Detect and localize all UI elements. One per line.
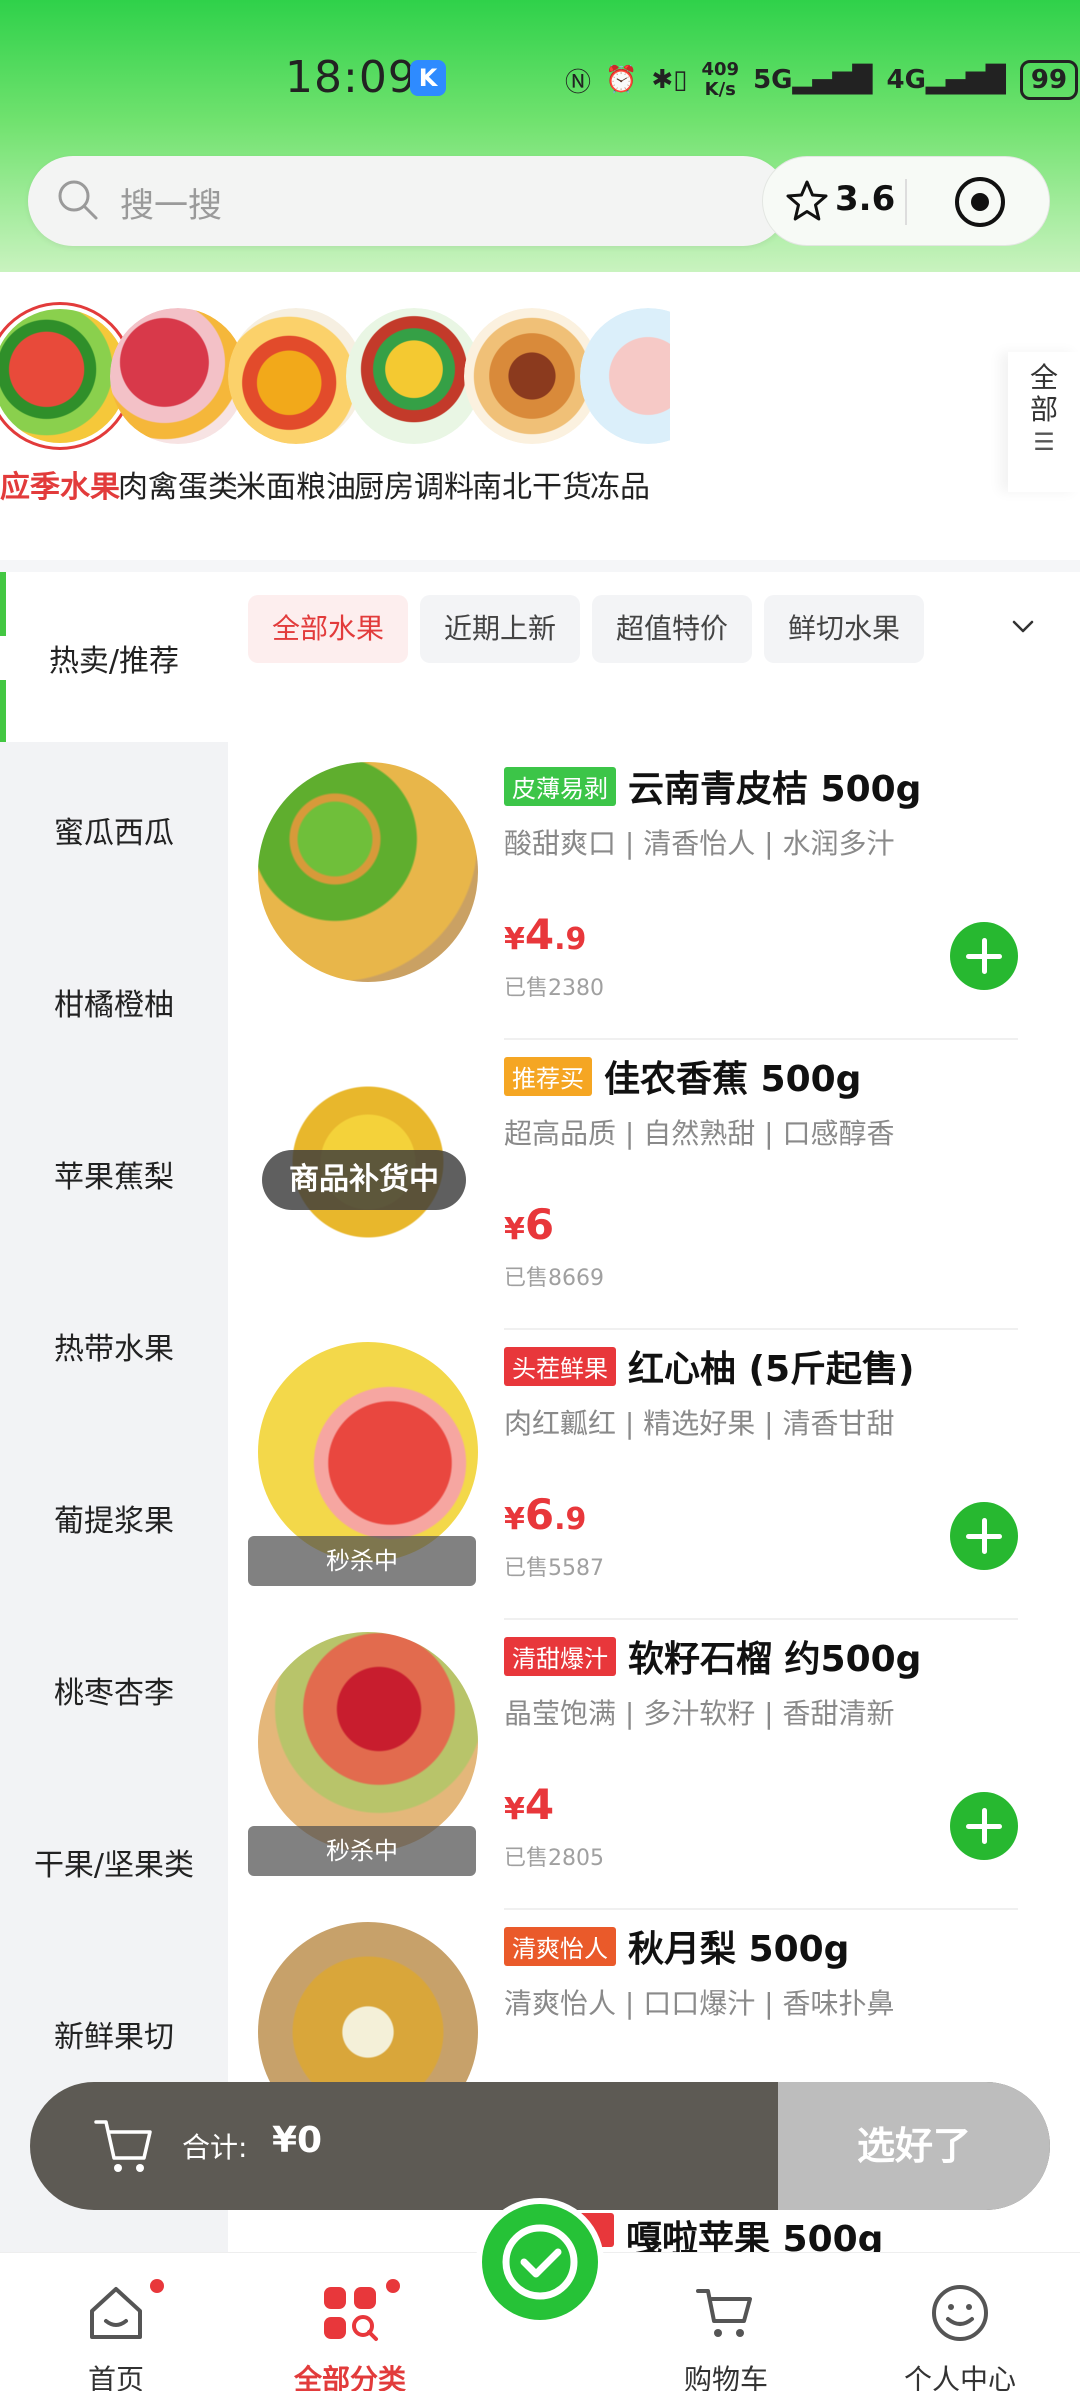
sidebar-item-grape-berry[interactable]: 葡提浆果: [0, 1496, 228, 1540]
add-to-cart-button[interactable]: [950, 922, 1018, 990]
product-title: 皮薄易剥 云南青皮桔 500g: [504, 760, 921, 812]
product-title: 清甜爆汁 软籽石榴 约500g: [504, 1630, 921, 1682]
nfc-icon: Ⓝ: [565, 67, 592, 98]
add-to-cart-button[interactable]: [950, 1792, 1018, 1860]
product-price: ¥4: [504, 1780, 555, 1829]
product-tag: 清爽怡人: [504, 1927, 616, 1966]
chip-new-arrivals[interactable]: 近期上新: [420, 595, 581, 663]
category-strip: 应季水果 肉禽蛋类 米面粮油 厨房调料 南北干货 冻品 全 部 ☰: [0, 272, 1080, 560]
notification-dot: [386, 2279, 400, 2293]
profile-face-icon: [932, 2285, 988, 2341]
total-value: ¥0: [272, 2120, 323, 2161]
nav-profile[interactable]: 个人中心: [870, 2281, 1050, 2391]
chip-fresh-cut[interactable]: 鲜切水果: [764, 595, 925, 663]
product-title: 清爽怡人 秋月梨 500g: [504, 1920, 849, 1972]
search-icon: [58, 180, 98, 220]
filter-chips: 全部水果 近期上新 超值特价 鲜切水果: [248, 595, 925, 667]
bluetooth-vibrate-icon: ✱▯: [651, 65, 688, 95]
product-image: [258, 762, 478, 982]
product-title: 推荐买 佳农香蕉 500g: [504, 1050, 861, 1102]
product-desc: 晶莹饱满 | 多汁软籽 | 香甜清新: [504, 1697, 895, 1730]
product-tag: 清甜爆汁: [504, 1637, 616, 1676]
status-icons: Ⓝ ⏰ ✱▯ 409K/s 5G▂▄▆█ 4G▂▄▆█ 99 ⚡: [565, 58, 1080, 102]
checkout-button[interactable]: 选好了: [778, 2082, 1050, 2210]
status-bar: 18:09 K Ⓝ ⏰ ✱▯ 409K/s 5G▂▄▆█ 4G▂▄▆█ 99 ⚡: [0, 40, 1080, 120]
product-card[interactable]: 皮薄易剥 云南青皮桔 500g 酸甜爽口 | 清香怡人 | 水润多汁 ¥4.9 已…: [248, 750, 1018, 1040]
add-to-cart-button[interactable]: [950, 1502, 1018, 1570]
product-desc: 超高品质 | 自然熟甜 | 口感醇香: [504, 1117, 895, 1150]
chip-all-fruit[interactable]: 全部水果: [248, 595, 409, 663]
product-sold-count: 已售5587: [504, 1556, 604, 1581]
rating-value: 3.6: [835, 179, 896, 219]
sidebar-item-citrus[interactable]: 柑橘橙柚: [0, 980, 228, 1024]
alarm-icon: ⏰: [605, 65, 638, 95]
close-miniprogram-icon[interactable]: [953, 175, 1007, 229]
category-frozen[interactable]: 冻品: [570, 302, 670, 506]
chevron-down-icon[interactable]: [1008, 612, 1038, 642]
search-placeholder: 搜一搜: [120, 186, 222, 226]
wechat-service-button[interactable]: [476, 2198, 604, 2326]
nav-cart[interactable]: 购物车: [636, 2281, 816, 2391]
sidebar-item-hot[interactable]: 热卖/推荐: [0, 636, 228, 680]
capsule-divider: [905, 179, 907, 225]
product-tag: 皮薄易剥: [504, 767, 616, 806]
cart-summary-bar: 合计: ¥0 选好了: [30, 2082, 1050, 2210]
chat-check-icon: [502, 2224, 578, 2300]
product-desc: 清爽怡人 | 口口爆汁 | 香味扑鼻: [504, 1987, 895, 2020]
header-bar: 18:09 K Ⓝ ⏰ ✱▯ 409K/s 5G▂▄▆█ 4G▂▄▆█ 99 ⚡…: [0, 0, 1080, 272]
total-label: 合计:: [182, 2131, 248, 2164]
sidebar-item-tropical[interactable]: 热带水果: [0, 1324, 228, 1368]
product-sold-count: 已售2805: [504, 1846, 604, 1871]
product-desc: 肉红瓤红 | 精选好果 | 清香甘甜: [504, 1407, 895, 1440]
product-price: ¥4.9: [504, 910, 587, 959]
sidebar-item-nuts[interactable]: 干果/坚果类: [0, 1840, 228, 1884]
sidebar-item-melon[interactable]: 蜜瓜西瓜: [0, 808, 228, 852]
sidebar-item-peach-plum[interactable]: 桃枣杏李: [0, 1668, 228, 1712]
menu-icon: ☰: [1033, 428, 1055, 456]
nav-categories[interactable]: 全部分类: [260, 2281, 440, 2391]
signal-5g-icon: 5G▂▄▆█: [753, 65, 873, 95]
app-notification-icon: K: [410, 60, 446, 96]
frozen-image: [580, 308, 670, 444]
product-card[interactable]: 秒杀中 头茬鲜果 红心柚 (5斤起售) 肉红瓤红 | 精选好果 | 清香甘甜 ¥6…: [248, 1330, 1018, 1620]
shopping-cart-icon: [696, 2289, 752, 2337]
star-icon[interactable]: [785, 179, 829, 223]
home-icon: [90, 2287, 142, 2339]
search-bar[interactable]: 搜一搜: [28, 156, 788, 246]
product-title: 头茬鲜果 红心柚 (5斤起售): [504, 1340, 915, 1392]
product-tag: 头茬鲜果: [504, 1347, 616, 1386]
battery-icon: 99: [1019, 60, 1079, 100]
product-desc: 酸甜爽口 | 清香怡人 | 水润多汁: [504, 827, 895, 860]
nav-home[interactable]: 首页: [26, 2281, 206, 2391]
product-image: [258, 1632, 478, 1852]
sidebar-item-fresh-cut[interactable]: 新鲜果切: [0, 2012, 228, 2056]
product-card[interactable]: 商品补货中 推荐买 佳农香蕉 500g 超高品质 | 自然熟甜 | 口感醇香 ¥6…: [248, 1040, 1018, 1330]
product-sold-count: 已售8669: [504, 1266, 604, 1291]
all-categories-button[interactable]: 全 部 ☰: [1008, 352, 1080, 492]
sidebar-item-apple-banana-pear[interactable]: 苹果蕉梨: [0, 1152, 228, 1196]
product-sold-count: 已售2380: [504, 976, 604, 1001]
notification-dot: [150, 2279, 164, 2293]
signal-4g-icon: 4G▂▄▆█: [886, 65, 1006, 95]
flash-sale-badge: 秒杀中: [248, 1536, 476, 1586]
product-image: [258, 1342, 478, 1562]
chip-special-offers[interactable]: 超值特价: [592, 595, 753, 663]
product-card[interactable]: 秒杀中 清甜爆汁 软籽石榴 约500g 晶莹饱满 | 多汁软籽 | 香甜清新 ¥4…: [248, 1620, 1018, 1910]
product-price: ¥6: [504, 1200, 555, 1249]
restock-badge: 商品补货中: [262, 1150, 466, 1210]
categories-icon: [324, 2287, 378, 2341]
product-tag: 推荐买: [504, 1057, 592, 1096]
miniprogram-capsule: 3.6: [762, 156, 1050, 246]
cart-icon[interactable]: [90, 2112, 158, 2180]
net-speed: 409 K/s: [701, 59, 740, 100]
flash-sale-badge: 秒杀中: [248, 1826, 476, 1876]
product-price: ¥6.9: [504, 1490, 587, 1539]
status-time: 18:09: [285, 52, 417, 103]
